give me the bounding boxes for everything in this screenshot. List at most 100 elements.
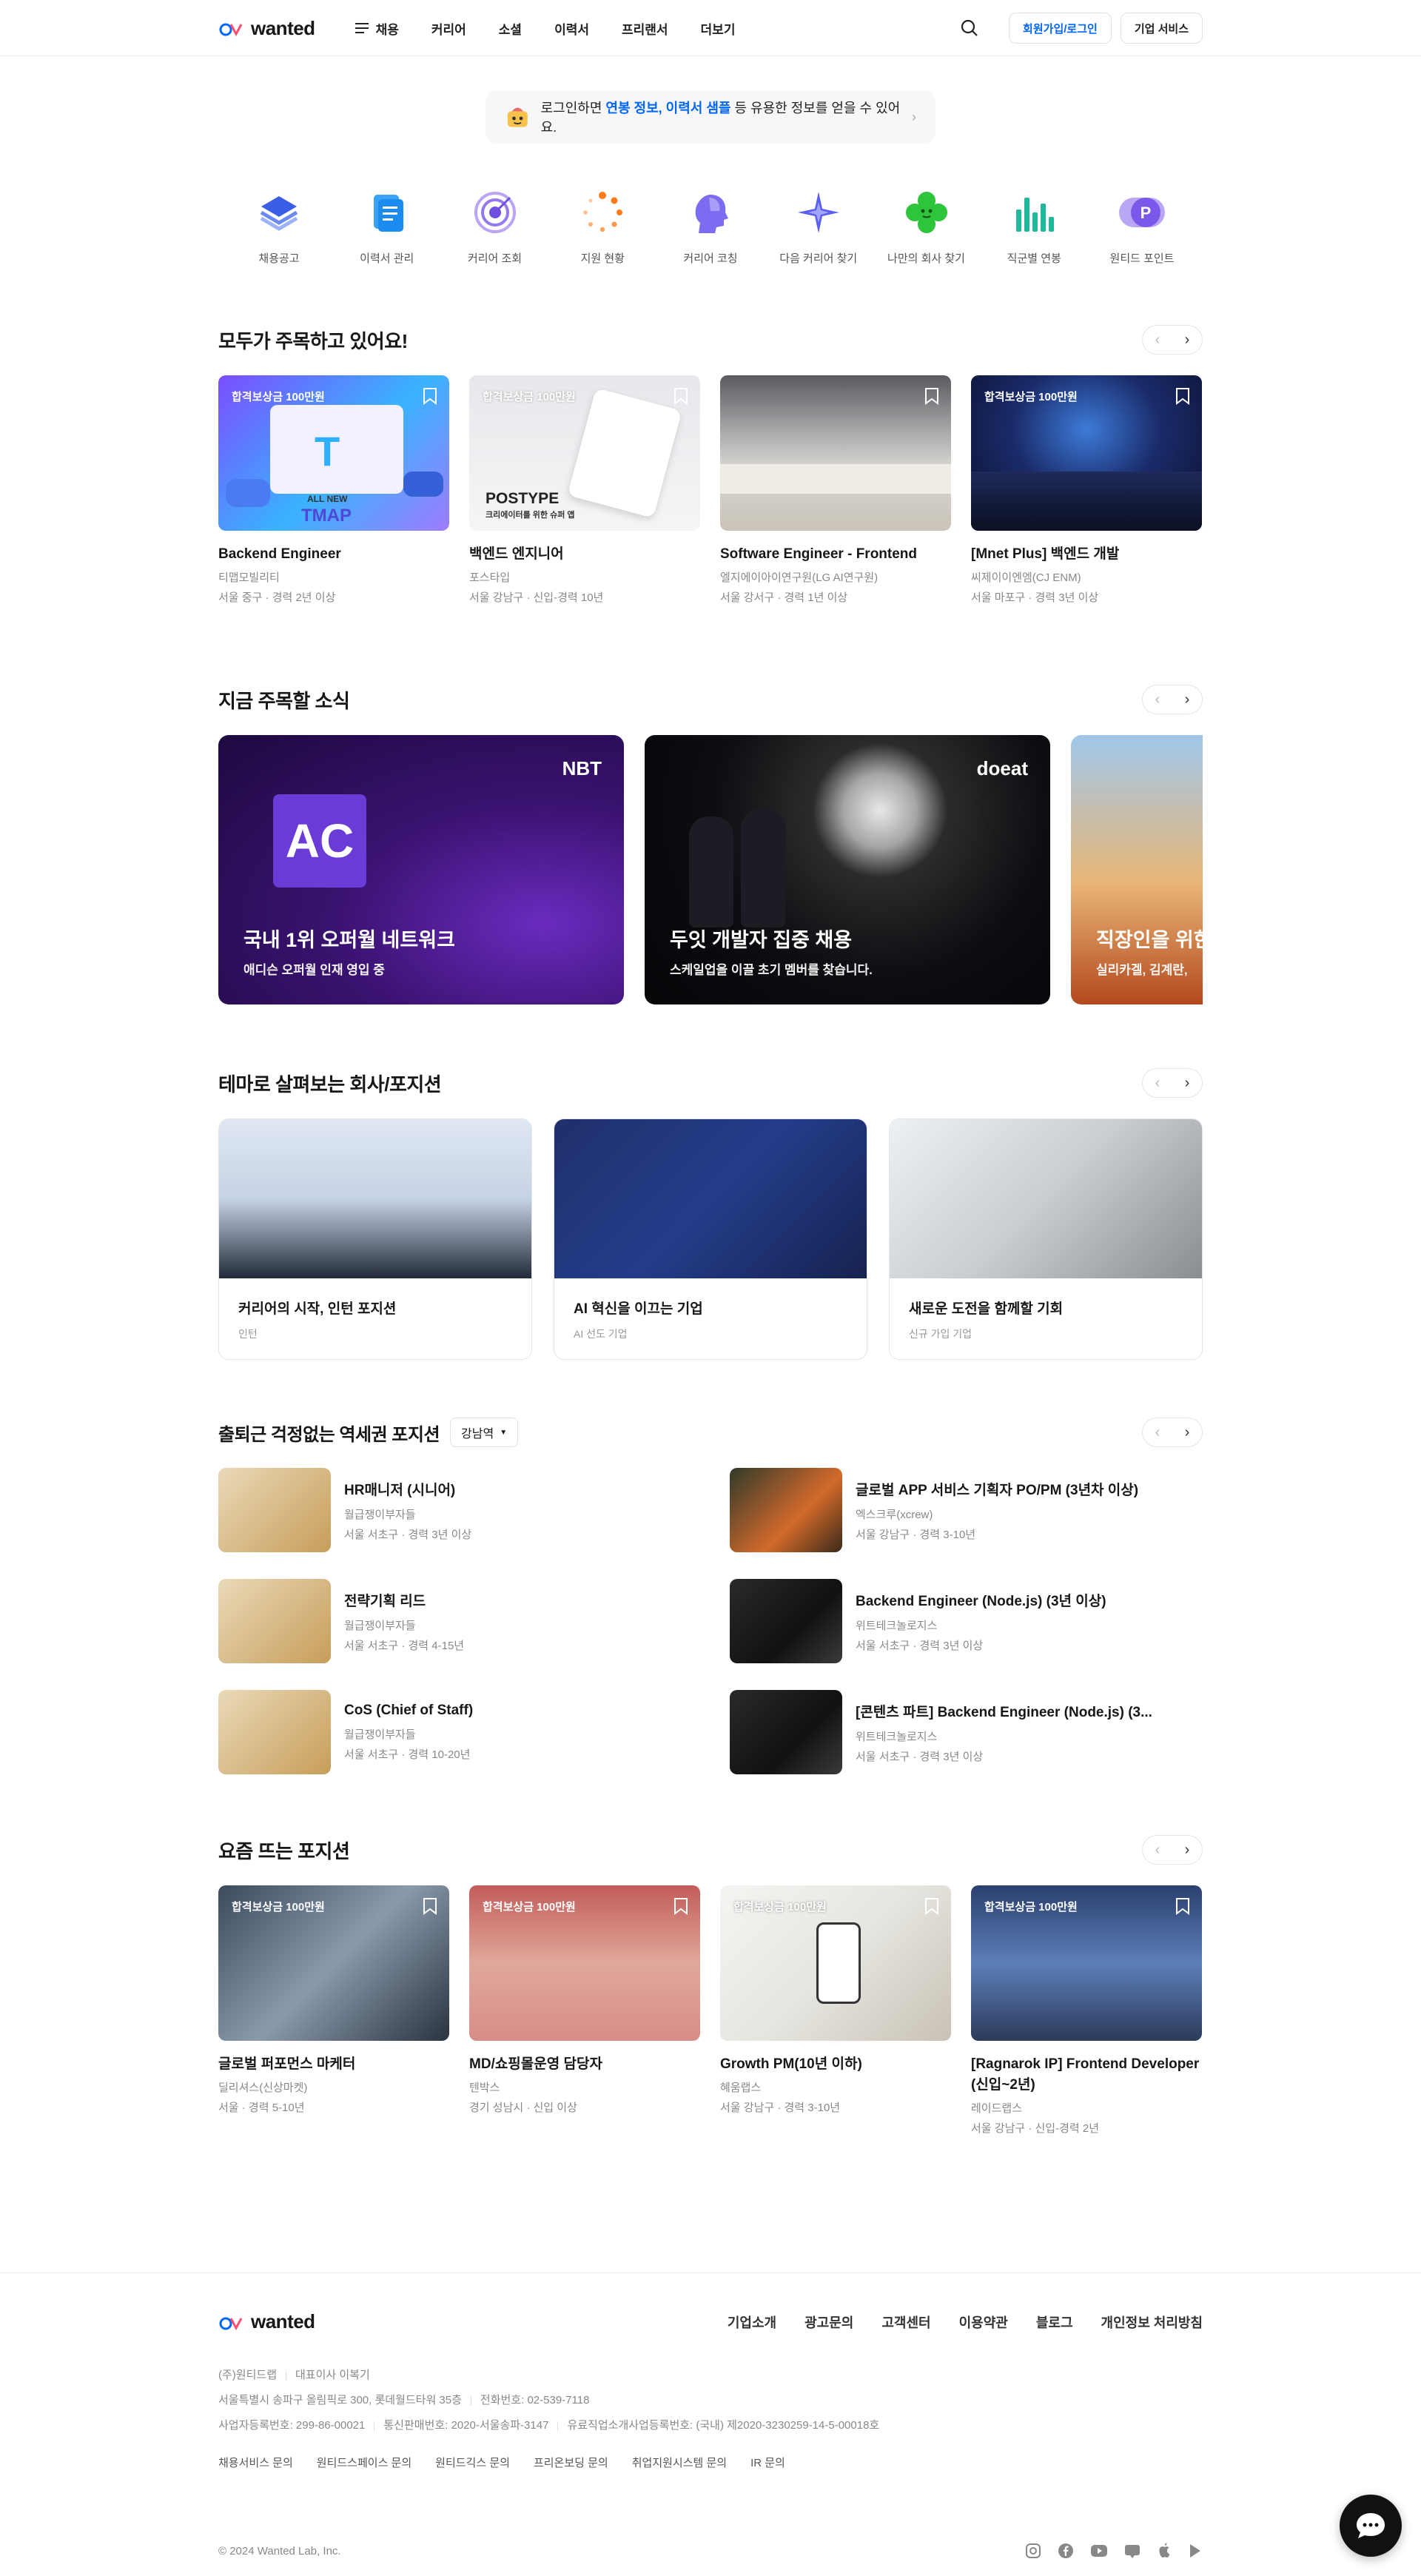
footer-link[interactable]: 광고문의 xyxy=(804,2312,853,2332)
job-thumbnail xyxy=(730,1468,842,1552)
inquiry-link[interactable]: 취업지원시스템 문의 xyxy=(632,2455,727,2470)
job-location: 서울 서초구 · 경력 10-20년 xyxy=(344,1748,471,1761)
job-card[interactable]: POSTYPE 크리에이터를 위한 슈퍼 앱 합격보상금 100만원 백엔드 엔… xyxy=(469,375,700,605)
theme-title: AI 혁신을 이끄는 기업 xyxy=(574,1301,703,1317)
quick-item[interactable]: 직군별 연봉 xyxy=(990,187,1078,266)
footer-logo[interactable]: wanted xyxy=(218,2310,315,2333)
job-card[interactable]: T ALL NEW TMAP 합격보상금 100만원 Backend Engin… xyxy=(218,375,449,605)
point-icon: P xyxy=(1116,187,1168,238)
job-location: 경기 성남시 · 신입 이상 xyxy=(469,2102,577,2114)
inquiry-link[interactable]: 채용서비스 문의 xyxy=(218,2455,293,2470)
theme-card[interactable]: 커리어의 시작, 인턴 포지션 인턴 xyxy=(218,1118,532,1360)
bookmark-icon[interactable] xyxy=(1175,387,1190,405)
job-card[interactable]: 합격보상금 100만원 MD/쇼핑몰운영 담당자 텐박스 경기 성남시 · 신입… xyxy=(469,1885,700,2136)
footer-link[interactable]: 기업소개 xyxy=(728,2312,776,2332)
station-job-item[interactable]: HR매니저 (시니어) 월급쟁이부자들 서울 서초구 · 경력 3년 이상 xyxy=(218,1468,691,1552)
youtube-icon[interactable] xyxy=(1090,2543,1108,2559)
instagram-icon[interactable] xyxy=(1025,2543,1041,2559)
job-card[interactable]: Software Engineer - Frontend 엘지에이아이연구원(L… xyxy=(720,375,951,605)
signup-login-button[interactable]: 회원가입/로그인 xyxy=(1009,13,1112,44)
nav-item-freelancer[interactable]: 프리랜서 xyxy=(622,19,668,38)
job-card[interactable]: 합격보상금 100만원 글로벌 퍼포먼스 마케터 딜리셔스(신상마켓) 서울 ·… xyxy=(218,1885,449,2136)
news-card[interactable]: 직장인을 위한 실리카겔, 김계란, xyxy=(1071,735,1203,1004)
job-card[interactable]: 합격보상금 100만원 [Mnet Plus] 백엔드 개발 씨제이이엔엠(CJ… xyxy=(971,375,1202,605)
footer-link[interactable]: 개인정보 처리방침 xyxy=(1101,2312,1203,2332)
prev-arrow-icon[interactable]: ‹ xyxy=(1143,326,1172,354)
station-select[interactable]: 강남역 ▼ xyxy=(450,1418,519,1447)
job-company: 위트테크놀로지스 xyxy=(856,1730,938,1743)
clover-face-icon xyxy=(901,187,953,238)
wanted-logo[interactable]: wanted xyxy=(218,17,315,40)
job-company: 텐박스 xyxy=(469,2082,500,2094)
station-job-item[interactable]: CoS (Chief of Staff) 월급쟁이부자들 서울 서초구 · 경력 1… xyxy=(218,1690,691,1774)
station-job-item[interactable]: [콘텐츠 파트] Backend Engineer (Node.js) (3..… xyxy=(730,1690,1203,1774)
inquiry-link[interactable]: 원티드스페이스 문의 xyxy=(317,2455,411,2470)
news-subtitle: 실리카겔, 김계란, xyxy=(1096,963,1188,977)
office-interior-image xyxy=(720,464,951,494)
prev-arrow-icon[interactable]: ‹ xyxy=(1143,1836,1172,1864)
nav-item-career[interactable]: 커리어 xyxy=(431,19,466,38)
news-title: 두잇 개발자 집중 채용 xyxy=(670,929,853,951)
header-actions: 회원가입/로그인 기업 서비스 xyxy=(960,13,1203,44)
station-job-item[interactable]: 글로벌 APP 서비스 기획자 PO/PM (3년차 이상) 엑스크루(xcrew… xyxy=(730,1468,1203,1552)
next-arrow-icon[interactable]: › xyxy=(1172,1418,1202,1446)
prev-arrow-icon[interactable]: ‹ xyxy=(1143,1069,1172,1097)
job-card[interactable]: 합격보상금 100만원 Growth PM(10년 이하) 혜움랩스 서울 강남… xyxy=(720,1885,951,2136)
company-service-button[interactable]: 기업 서비스 xyxy=(1120,13,1203,44)
station-job-item[interactable]: 전략기획 리드 월급쟁이부자들 서울 서초구 · 경력 4-15년 xyxy=(218,1579,691,1663)
facebook-icon[interactable] xyxy=(1058,2543,1074,2559)
station-job-item[interactable]: Backend Engineer (Node.js) (3년 이상) 위트테크놀로… xyxy=(730,1579,1203,1663)
nav-item-more[interactable]: 더보기 xyxy=(701,19,736,38)
bar-chart-icon xyxy=(1008,187,1060,238)
chat-button[interactable] xyxy=(1340,2495,1402,2557)
quick-item[interactable]: 다음 커리어 찾기 xyxy=(774,187,863,266)
bookmark-icon[interactable] xyxy=(423,387,437,405)
footer-link[interactable]: 이용약관 xyxy=(959,2312,1008,2332)
quick-item[interactable]: 지원 현황 xyxy=(558,187,647,266)
quick-item[interactable]: 커리어 조회 xyxy=(451,187,540,266)
quick-item[interactable]: 커리어 코칭 xyxy=(666,187,755,266)
bookmark-icon[interactable] xyxy=(673,387,688,405)
news-card[interactable]: NBT AC 국내 1위 오퍼월 네트워크 애디슨 오퍼월 인재 영입 중 xyxy=(218,735,624,1004)
bookmark-icon[interactable] xyxy=(924,387,939,405)
footer-link[interactable]: 고객센터 xyxy=(881,2312,930,2332)
logo-text: wanted xyxy=(251,2310,315,2332)
job-company: 월급쟁이부자들 xyxy=(344,1728,416,1741)
theme-card[interactable]: 새로운 도전을 함께할 기회 신규 가입 기업 xyxy=(889,1118,1203,1360)
quick-item[interactable]: 이력서 관리 xyxy=(343,187,431,266)
login-banner[interactable]: 로그인하면 연봉 정보, 이력서 샘플 등 유용한 정보를 얻을 수 있어요. … xyxy=(486,90,935,144)
apple-icon[interactable] xyxy=(1157,2543,1172,2559)
quick-item[interactable]: P 원티드 포인트 xyxy=(1098,187,1186,266)
nav-item-resume[interactable]: 이력서 xyxy=(554,19,589,38)
theme-card[interactable]: AI 혁신을 이끄는 기업 AI 선도 기업 xyxy=(554,1118,867,1360)
prev-arrow-icon[interactable]: ‹ xyxy=(1143,685,1172,714)
inquiry-link[interactable]: 원티드긱스 문의 xyxy=(435,2455,510,2470)
job-card[interactable]: 합격보상금 100만원 [Ragnarok IP] Frontend Devel… xyxy=(971,1885,1202,2136)
blog-icon[interactable] xyxy=(1124,2543,1141,2559)
search-icon[interactable] xyxy=(960,19,979,38)
next-arrow-icon[interactable]: › xyxy=(1172,1069,1202,1097)
bookmark-icon[interactable] xyxy=(423,1897,437,1915)
footer-link[interactable]: 블로그 xyxy=(1036,2312,1073,2332)
inquiry-link[interactable]: IR 문의 xyxy=(750,2455,785,2470)
car-image xyxy=(403,472,443,497)
nav-item-social[interactable]: 소셜 xyxy=(499,19,522,38)
job-location: 서울 강서구 · 경력 1년 이상 xyxy=(720,591,848,604)
nav-item-jobs[interactable]: 채용 xyxy=(355,19,399,38)
next-arrow-icon[interactable]: › xyxy=(1172,326,1202,354)
carousel-arrows: ‹ › xyxy=(1142,1068,1203,1098)
google-play-icon[interactable] xyxy=(1188,2543,1203,2559)
bookmark-icon[interactable] xyxy=(673,1897,688,1915)
job-company: 티맵모빌리티 xyxy=(218,571,280,584)
quick-item[interactable]: 나만의 회사 찾기 xyxy=(882,187,971,266)
job-title: 글로벌 APP 서비스 기획자 PO/PM (3년차 이상) xyxy=(856,1482,1139,1498)
quick-item[interactable]: 채용공고 xyxy=(235,187,323,266)
next-arrow-icon[interactable]: › xyxy=(1172,1836,1202,1864)
next-arrow-icon[interactable]: › xyxy=(1172,685,1202,714)
prev-arrow-icon[interactable]: ‹ xyxy=(1143,1418,1172,1446)
inquiry-link[interactable]: 프리온보딩 문의 xyxy=(534,2455,608,2470)
bookmark-icon[interactable] xyxy=(1175,1897,1190,1915)
news-card[interactable]: doeat 두잇 개발자 집중 채용 스케일업을 이끌 초기 멤버를 찾습니다. xyxy=(645,735,1050,1004)
news-title: 국내 1위 오퍼월 네트워크 xyxy=(243,929,455,951)
bookmark-icon[interactable] xyxy=(924,1897,939,1915)
